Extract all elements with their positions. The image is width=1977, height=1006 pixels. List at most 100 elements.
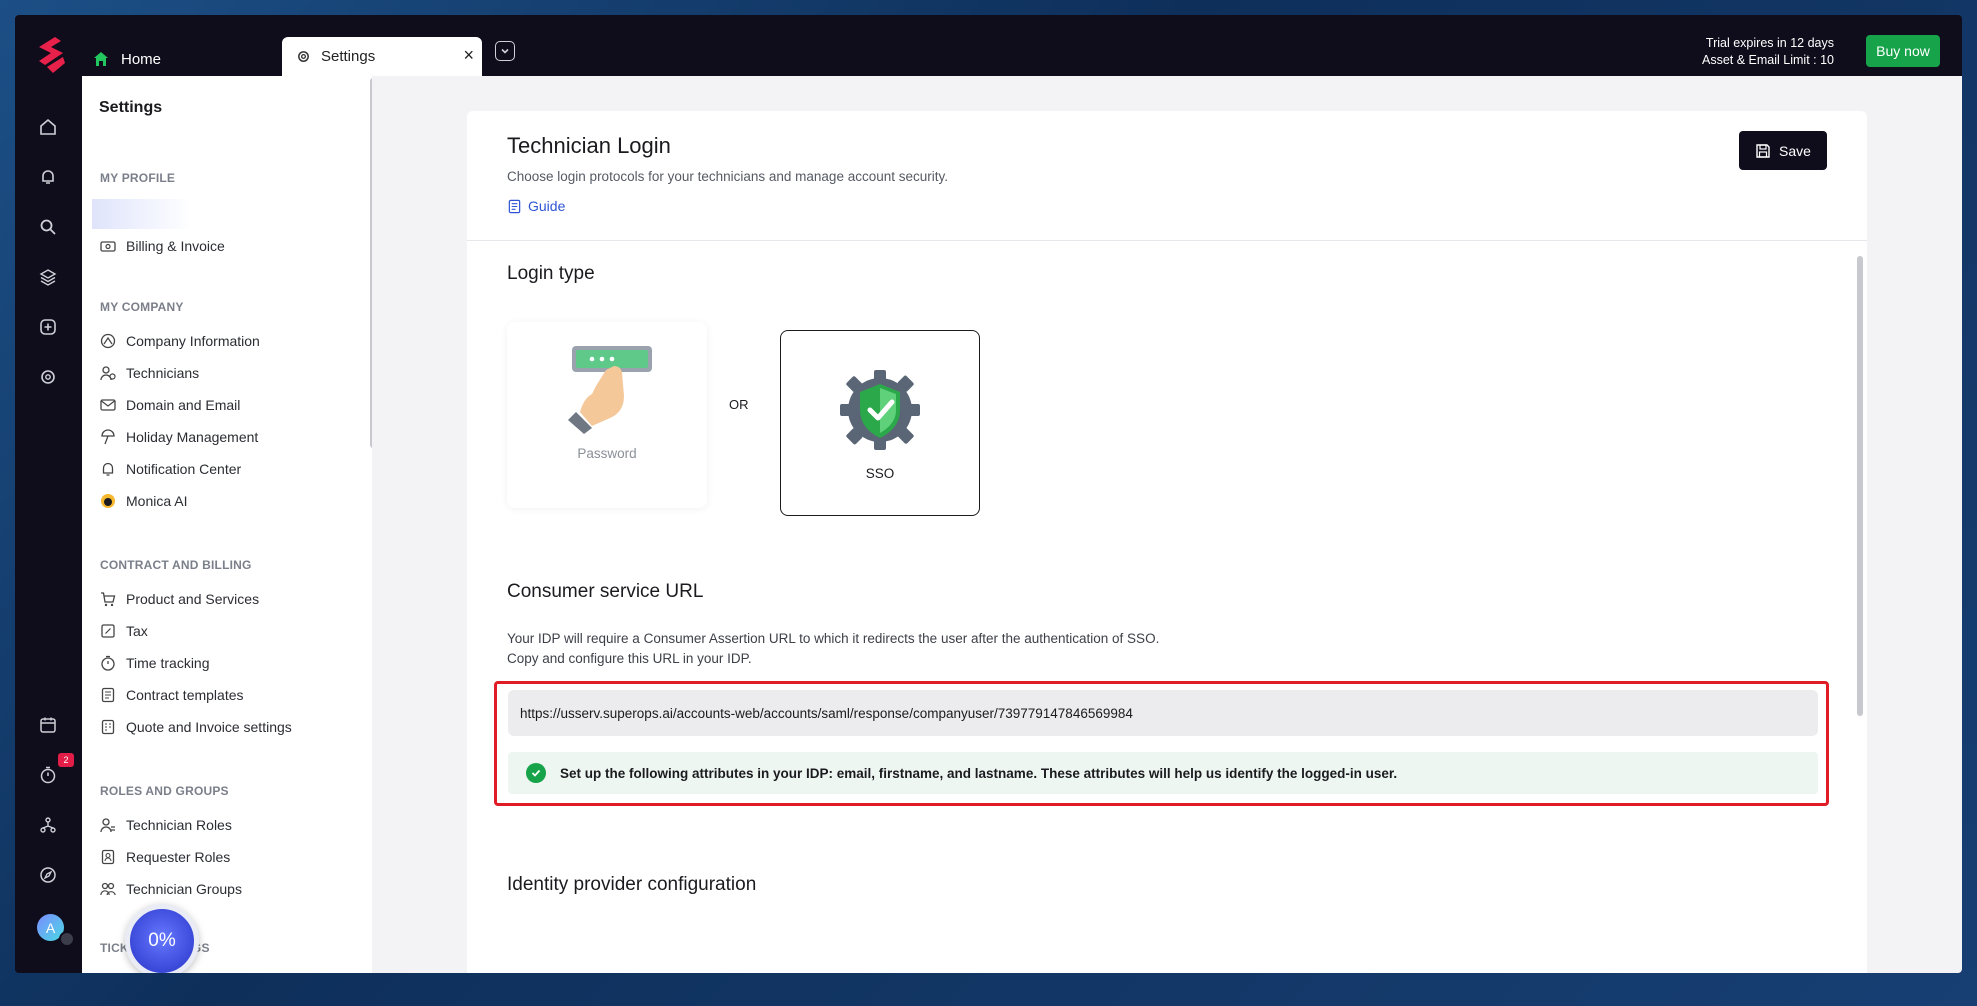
login-type-title: Login type [507,263,595,284]
sidebar-item-billing[interactable]: Billing & Invoice [100,236,225,256]
beach-umbrella-icon [100,429,116,445]
add-icon[interactable] [37,316,59,338]
sidebar-item-label: Tax [126,623,148,639]
sidebar-item-label: Requester Roles [126,849,231,865]
section-roles-groups: ROLES AND GROUPS [100,784,229,798]
home-icon [94,52,108,66]
main-content: Technician Login Choose login protocols … [372,76,1962,973]
check-circle-icon [526,763,546,783]
sso-label: SSO [865,466,895,481]
page-title: Technician Login [507,133,671,158]
password-label: Password [577,446,637,461]
sidebar-item-label: Technician Roles [126,817,232,833]
or-separator: OR [729,397,749,412]
cart-icon [100,591,116,607]
guide-link[interactable]: Guide [507,198,565,214]
layers-icon[interactable] [37,266,59,288]
password-option[interactable]: Password [507,322,707,508]
sidebar-item-label: Quote and Invoice settings [126,719,292,735]
calendar-icon[interactable] [37,714,59,736]
sidebar-item-technician-roles[interactable]: Technician Roles [100,815,232,835]
settings-card: Technician Login Choose login protocols … [467,111,1867,973]
tabs-dropdown-button[interactable] [495,41,515,61]
bell-icon[interactable] [37,166,59,188]
home-outline-icon[interactable] [37,116,59,138]
onboarding-progress[interactable]: 0% [125,904,199,973]
document-icon [508,199,521,213]
top-bar: Home Settings × Trial expires in 12 days… [15,15,1962,76]
sso-option[interactable]: SSO [780,330,980,516]
sidebar-item-label: Monica AI [126,493,188,509]
close-tab-icon[interactable]: × [463,46,474,64]
compass-icon[interactable] [37,864,59,886]
tab-settings-label: Settings [321,48,376,65]
sidebar-item-tax[interactable]: Tax [100,621,148,641]
tax-icon [100,623,116,639]
password-keypad-icon [568,346,652,434]
page-subtitle: Choose login protocols for your technici… [507,169,948,184]
sidebar-item-label: Holiday Management [126,429,259,445]
mail-icon [100,397,116,413]
save-button[interactable]: Save [1739,131,1827,170]
sidebar-title: Settings [99,99,163,116]
attributes-note: Set up the following attributes in your … [508,752,1818,794]
sidebar-item-technician-groups[interactable]: Technician Groups [100,879,242,899]
trial-info: Trial expires in 12 days Asset & Email L… [1702,35,1834,69]
document-icon [100,687,116,703]
asset-limit-text: Asset & Email Limit : 10 [1702,53,1834,67]
section-contract-billing: CONTRACT AND BILLING [100,558,252,572]
attributes-note-text: Set up the following attributes in your … [560,765,1398,781]
sidebar-item-label: Domain and Email [126,397,241,413]
consumer-desc-line-2: Copy and configure this URL in your IDP. [507,651,752,666]
sidebar-item-monica-ai[interactable]: Monica AI [100,491,187,511]
network-icon[interactable] [37,814,59,836]
card-header: Technician Login Choose login protocols … [467,111,1867,241]
group-icon [100,881,116,897]
settings-gear-icon[interactable] [37,366,59,388]
chevron-down-icon [501,48,509,54]
consumer-url-description: Your IDP will require a Consumer Asserti… [507,629,1159,669]
content-scrollbar[interactable] [1857,256,1863,716]
buy-now-button[interactable]: Buy now [1866,35,1940,67]
sidebar-item-label: Billing & Invoice [126,238,225,254]
save-label: Save [1779,142,1811,159]
sidebar-item-label: Technician Groups [126,881,242,897]
profile-item-placeholder[interactable] [92,199,192,229]
sidebar-item-time-tracking[interactable]: Time tracking [100,653,210,673]
tab-home-label: Home [121,50,162,68]
tab-settings[interactable]: Settings × [282,37,482,76]
timer-icon[interactable] [37,764,59,786]
sidebar-item-notification-center[interactable]: Notification Center [100,459,241,479]
sidebar-item-product-services[interactable]: Product and Services [100,589,259,609]
consumer-desc-line-1: Your IDP will require a Consumer Asserti… [507,631,1160,646]
save-icon [1756,143,1770,158]
sidebar-item-label: Company Information [126,333,260,349]
section-my-company: MY COMPANY [100,300,184,314]
requester-icon [100,849,116,865]
company-icon [100,333,116,349]
tab-home[interactable]: Home [93,45,161,73]
idp-config-title: Identity provider configuration [507,874,757,895]
highlighted-url-region: https://usserv.superops.ai/accounts-web/… [494,681,1829,806]
trial-expiry-text: Trial expires in 12 days [1705,36,1834,50]
sidebar-item-domain-email[interactable]: Domain and Email [100,395,240,415]
sidebar-item-label: Time tracking [126,655,210,671]
left-rail: 2 A [15,76,82,973]
sidebar-item-contract-templates[interactable]: Contract templates [100,685,244,705]
user-role-icon [100,817,116,833]
sidebar-item-technicians[interactable]: Technicians [100,363,199,383]
sidebar-item-requester-roles[interactable]: Requester Roles [100,847,230,867]
bell-icon [100,461,116,477]
sidebar-item-holiday[interactable]: Holiday Management [100,427,258,447]
sidebar-item-label: Product and Services [126,591,260,607]
sidebar-item-quote-invoice[interactable]: Quote and Invoice settings [100,717,292,737]
consumer-url-title: Consumer service URL [507,581,704,602]
search-icon[interactable] [37,216,59,238]
stopwatch-icon [100,655,116,671]
sidebar-item-company-information[interactable]: Company Information [100,331,260,351]
sidebar-item-label: Technicians [126,365,200,381]
superops-logo-icon[interactable] [33,35,69,75]
sidebar-item-label: Notification Center [126,461,242,477]
sso-shield-gear-icon [840,370,920,450]
consumer-url-field[interactable]: https://usserv.superops.ai/accounts-web/… [508,690,1818,736]
